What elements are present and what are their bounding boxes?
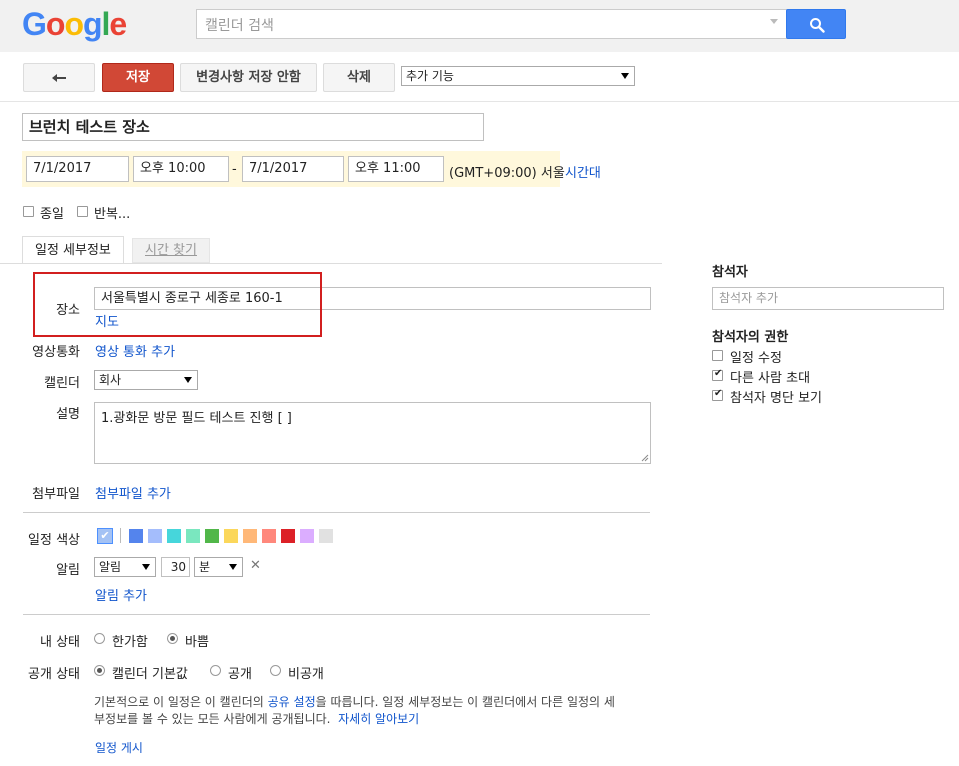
repeat-checkbox[interactable] [77,206,88,217]
add-attachment-link[interactable]: 첨부파일 추가 [95,483,171,502]
delete-button[interactable]: 삭제 [323,63,395,92]
calendar-label: 캘린더 [44,376,80,391]
tab-find-time[interactable]: 시간 찾기 [132,238,210,263]
video-call-label: 영상통화 [32,345,80,360]
more-actions-label: 추가 기능 [406,69,454,83]
reminder-amount-input[interactable]: 30 [161,557,190,577]
add-video-call-link[interactable]: 영상 통화 추가 [95,341,175,360]
timezone-link[interactable]: 시간대 [565,162,601,181]
search-button[interactable] [786,9,846,39]
color-swatch[interactable] [243,529,257,543]
event-title-input[interactable]: 브런치 테스트 장소 [22,113,484,141]
calendar-select-value: 회사 [99,373,122,387]
section-divider [23,614,650,615]
color-swatch[interactable] [300,529,314,543]
visibility-note-text: 기본적으로 이 일정은 이 캘린더의 [94,695,268,709]
timezone-text: (GMT+09:00) 서울 [449,166,565,181]
search-input[interactable]: 캘린더 검색 [196,9,788,39]
discard-changes-button[interactable]: 변경사항 저장 안함 [180,63,317,92]
search-icon [810,18,825,33]
my-status-label: 내 상태 [39,635,80,650]
save-button[interactable]: 저장 [102,63,174,92]
visibility-label: 공개 상태 [28,667,80,682]
start-date-input[interactable]: 7/1/2017 [26,156,129,182]
status-busy-radio[interactable] [167,633,178,644]
perm-modify-label: 일정 수정 [730,351,782,366]
add-reminder-link[interactable]: 알림 추가 [95,585,147,604]
reminder-unit-value: 분 [199,560,211,574]
perm-invite-label: 다른 사람 초대 [730,371,811,386]
color-swatch[interactable] [281,529,295,543]
description-label: 설명 [56,407,80,422]
perm-see-list-label: 참석자 명단 보기 [730,391,822,406]
google-logo[interactable]: Google [22,6,127,43]
section-divider [23,512,650,513]
sharing-settings-link[interactable]: 공유 설정 [268,695,316,709]
description-textarea[interactable]: 1.광화문 방문 필드 테스트 진행 [ ] [94,402,651,464]
reminder-label: 알림 [56,563,80,578]
remove-reminder-icon[interactable]: ✕ [250,558,261,573]
highlight-box [33,272,322,337]
more-actions-select[interactable]: 추가 기능 [401,66,635,86]
reminder-type-select[interactable]: 알림 [94,557,156,577]
visibility-private-label: 비공개 [288,667,324,682]
toolbar-divider [0,101,959,102]
visibility-private-radio[interactable] [270,665,281,676]
color-swatch[interactable] [319,529,333,543]
all-day-label: 종일 [40,207,64,222]
color-swatch[interactable] [262,529,276,543]
all-day-checkbox[interactable] [23,206,34,217]
reminder-type-value: 알림 [99,560,122,574]
visibility-public-label: 공개 [228,667,252,682]
repeat-label: 반복... [94,207,131,222]
reminder-unit-select[interactable]: 분 [194,557,243,577]
color-swatch[interactable] [224,529,238,543]
status-free-radio[interactable] [94,633,105,644]
end-date-input[interactable]: 7/1/2017 [242,156,344,182]
color-swatch[interactable] [167,529,181,543]
add-guests-input[interactable]: 참석자 추가 [712,287,944,310]
color-swatch[interactable] [186,529,200,543]
back-button[interactable] [23,63,95,92]
visibility-note-text: 을 따릅니다. 일정 세부정보는 이 캘린더에서 다른 일정의 세 [315,695,615,709]
guest-permissions-title: 참석자의 권한 [712,330,789,345]
tab-divider [0,263,662,264]
search-options-icon[interactable] [770,19,778,24]
perm-modify-checkbox[interactable] [712,350,723,361]
event-color-label: 일정 색상 [28,533,80,548]
color-swatch[interactable] [148,529,162,543]
default-color-swatch[interactable]: ✔ [97,528,113,544]
date-range-dash: - [232,162,237,177]
dropdown-arrow-icon [229,564,237,570]
attachment-label: 첨부파일 [32,487,80,502]
end-time-input[interactable]: 오후 11:00 [348,156,444,182]
color-swatch[interactable] [129,529,143,543]
resize-handle-icon[interactable] [641,454,649,462]
visibility-note: 기본적으로 이 일정은 이 캘린더의 공유 설정을 따릅니다. 일정 세부정보는… [94,694,654,728]
perm-invite-checkbox[interactable] [712,368,723,381]
status-busy-label: 바쁨 [185,635,209,650]
perm-see-list-checkbox[interactable] [712,388,723,401]
start-time-input[interactable]: 오후 10:00 [133,156,229,182]
swatch-separator [120,528,121,543]
guests-title: 참석자 [712,265,748,280]
calendar-select[interactable]: 회사 [94,370,198,390]
learn-more-link[interactable]: 자세히 알아보기 [338,712,419,726]
dropdown-arrow-icon [142,564,150,570]
back-arrow-icon [52,74,66,82]
visibility-note-text: 부정보를 볼 수 있는 모든 사람에게 공개됩니다. [94,712,331,726]
color-swatch[interactable] [205,529,219,543]
dropdown-arrow-icon [184,377,192,383]
dropdown-arrow-icon [621,73,629,79]
status-free-label: 한가함 [112,635,148,650]
visibility-public-radio[interactable] [210,665,221,676]
publish-event-link[interactable]: 일정 게시 [95,739,143,756]
tab-event-details[interactable]: 일정 세부정보 [22,236,124,264]
visibility-default-label: 캘린더 기본값 [112,667,188,682]
visibility-default-radio[interactable] [94,665,105,676]
